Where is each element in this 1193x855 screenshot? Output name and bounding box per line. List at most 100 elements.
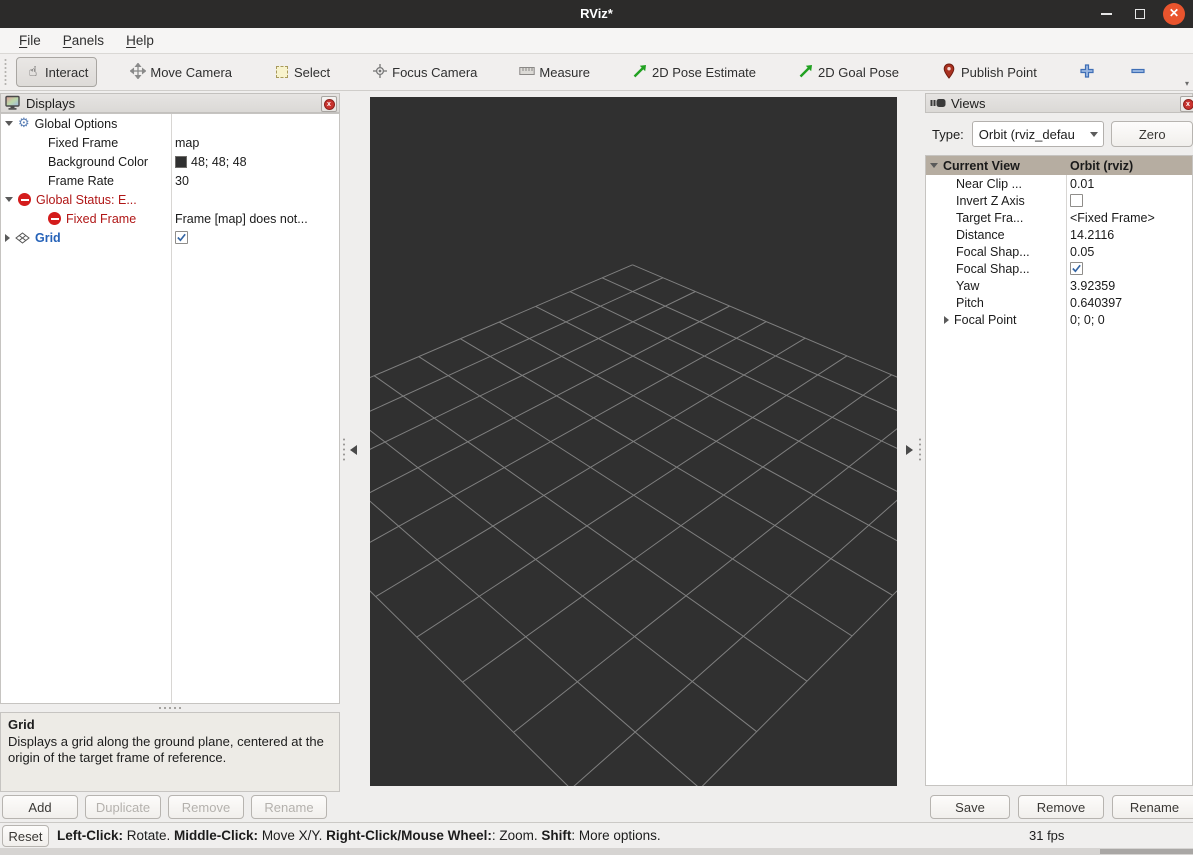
add-display-button[interactable]: Add [2, 795, 78, 819]
row-label: Near Clip ... [956, 177, 1022, 191]
grid-icon [15, 232, 30, 244]
focus-camera-icon [372, 63, 388, 82]
displays-splitter[interactable] [0, 704, 340, 712]
row-value: 48; 48; 48 [191, 155, 247, 169]
tool-measure[interactable]: Measure [510, 56, 599, 89]
select-icon [274, 64, 290, 81]
color-swatch[interactable] [175, 156, 187, 168]
displays-panel: Displays x ⚙Global OptionsFixed Framemap… [0, 93, 340, 819]
remove-display-button[interactable]: Remove [168, 795, 244, 819]
displays-row-global-status-e-[interactable]: Global Status: E... [1, 190, 339, 209]
duplicate-display-button[interactable]: Duplicate [85, 795, 161, 819]
menubar: FilePanelsHelp [0, 28, 1193, 54]
close-button[interactable]: ✕ [1157, 0, 1191, 28]
menu-file[interactable]: File [8, 30, 52, 51]
views-panel-header[interactable]: Views x [925, 93, 1193, 113]
views-row-focal-point[interactable]: Focal Point0; 0; 0 [926, 311, 1192, 328]
zero-button[interactable]: Zero [1111, 121, 1193, 147]
tool-label: 2D Goal Pose [818, 65, 899, 80]
expander-closed-icon[interactable] [944, 316, 949, 324]
checkbox-checked[interactable] [175, 231, 188, 244]
ground-grid [370, 97, 897, 786]
row-value: 14.2116 [1070, 228, 1114, 242]
checkbox[interactable] [1070, 194, 1083, 207]
chevron-down-icon [1090, 132, 1098, 137]
titlebar: RViz* ✕ [0, 0, 1193, 28]
views-panel-title: Views [951, 96, 985, 111]
save-view-button[interactable]: Save [930, 795, 1010, 819]
displays-row-grid[interactable]: Grid [1, 228, 339, 247]
views-row-yaw[interactable]: Yaw3.92359 [926, 277, 1192, 294]
views-buttons: Save Remove Rename [930, 795, 1193, 819]
menu-help[interactable]: Help [115, 30, 165, 51]
tool-label: Measure [539, 65, 590, 80]
row-label: Grid [35, 231, 61, 245]
pin-icon [941, 63, 957, 82]
tool-move-camera[interactable]: Move Camera [121, 56, 241, 89]
tool-focus-camera[interactable]: Focus Camera [363, 56, 486, 89]
row-label: Fixed Frame [48, 136, 118, 150]
3d-viewport[interactable] [370, 97, 897, 786]
views-close-button[interactable]: x [1180, 96, 1193, 112]
displays-row-fixed-frame[interactable]: Fixed Framemap [1, 133, 339, 152]
reset-button[interactable]: Reset [2, 825, 49, 847]
tool-select[interactable]: Select [265, 57, 339, 88]
rename-display-button[interactable]: Rename [251, 795, 327, 819]
view-type-dropdown[interactable]: Orbit (rviz_defau [972, 121, 1105, 147]
menu-panels[interactable]: Panels [52, 30, 115, 51]
views-row-focal-shap-[interactable]: Focal Shap...0.05 [926, 243, 1192, 260]
status-help-text: Left-Click: Rotate. Middle-Click: Move X… [57, 828, 661, 843]
toolbar-overflow-icon[interactable]: ▾ [1185, 79, 1189, 88]
tool-2d-pose-estimate[interactable]: 2D Pose Estimate [623, 56, 765, 89]
displays-panel-header[interactable]: Displays x [0, 93, 340, 113]
displays-row-background-color[interactable]: Background Color48; 48; 48 [1, 152, 339, 171]
displays-row-fixed-frame[interactable]: Fixed FrameFrame [map] does not... [1, 209, 339, 228]
collapse-right-arrow[interactable] [906, 445, 913, 455]
remove-view-button[interactable]: Remove [1018, 795, 1104, 819]
type-label: Type: [932, 127, 964, 142]
displays-close-button[interactable]: x [321, 96, 337, 112]
statusbar: Reset Left-Click: Rotate. Middle-Click: … [0, 822, 1193, 848]
left-splitter-dots[interactable] [343, 437, 345, 463]
expander-open-icon[interactable] [5, 121, 13, 126]
row-label: Current View [943, 159, 1020, 173]
right-splitter-dots[interactable] [919, 437, 921, 463]
fps-counter: 31 fps [1029, 828, 1064, 843]
views-row-target-fra-[interactable]: Target Fra...<Fixed Frame> [926, 209, 1192, 226]
tool-label: Move Camera [150, 65, 232, 80]
bottom-scrollbar[interactable] [0, 848, 1193, 855]
minimize-button[interactable] [1089, 0, 1123, 28]
remove-tool-button[interactable] [1121, 56, 1155, 89]
views-close-icon: x [1183, 99, 1193, 110]
views-row-pitch[interactable]: Pitch0.640397 [926, 294, 1192, 311]
checkbox-checked[interactable] [1070, 262, 1083, 275]
error-icon [48, 212, 61, 225]
expander-open-icon[interactable] [930, 163, 938, 168]
minus-icon [1130, 63, 1146, 82]
views-camera-icon [930, 95, 946, 111]
bottom-scrollbar-handle[interactable] [1100, 849, 1193, 854]
views-row-distance[interactable]: Distance14.2116 [926, 226, 1192, 243]
displays-row-global-options[interactable]: ⚙Global Options [1, 114, 339, 133]
tool-2d-goal-pose[interactable]: 2D Goal Pose [789, 56, 908, 89]
maximize-button[interactable] [1123, 0, 1157, 28]
displays-row-frame-rate[interactable]: Frame Rate30 [1, 171, 339, 190]
tool-publish-point[interactable]: Publish Point [932, 56, 1046, 89]
tool-interact[interactable]: ☝Interact [16, 57, 97, 87]
expander-open-icon[interactable] [5, 197, 13, 202]
toolbar-drag-handle[interactable] [3, 59, 8, 85]
views-row-near-clip-[interactable]: Near Clip ...0.01 [926, 175, 1192, 192]
views-row-current-view[interactable]: Current ViewOrbit (rviz) [926, 156, 1192, 175]
views-row-focal-shap-[interactable]: Focal Shap... [926, 260, 1192, 277]
description-text: Displays a grid along the ground plane, … [8, 734, 324, 766]
rename-view-button[interactable]: Rename [1112, 795, 1193, 819]
gear-icon: ⚙ [18, 117, 30, 130]
collapse-left-arrow[interactable] [350, 445, 357, 455]
row-label: Yaw [956, 279, 979, 293]
maximize-icon [1135, 9, 1145, 19]
views-row-invert-z-axis[interactable]: Invert Z Axis [926, 192, 1192, 209]
row-value: Frame [map] does not... [175, 212, 308, 226]
add-tool-button[interactable] [1070, 56, 1104, 89]
expander-closed-icon[interactable] [5, 234, 10, 242]
display-description-box: Grid Displays a grid along the ground pl… [0, 712, 340, 792]
